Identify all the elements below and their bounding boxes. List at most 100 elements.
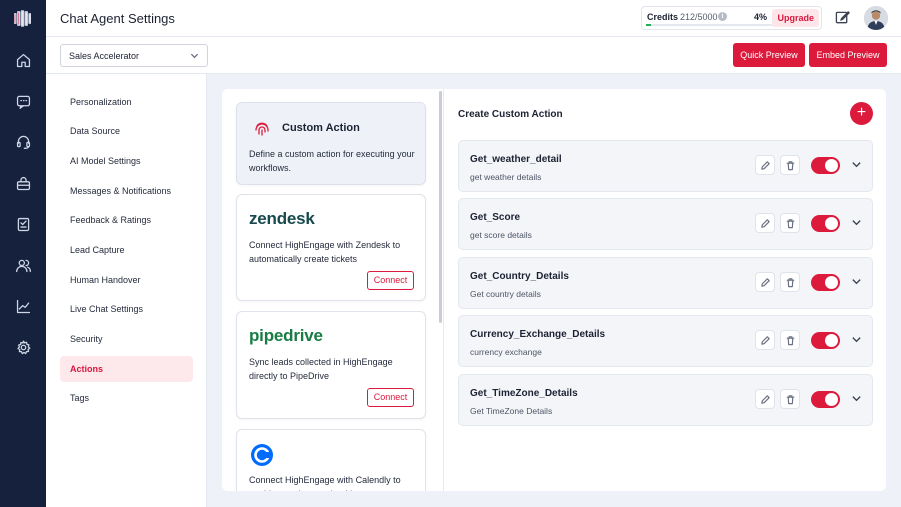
chevron-down-icon[interactable]	[851, 334, 863, 346]
pipedrive-logo: pipedrive	[249, 326, 323, 345]
action-enabled-toggle[interactable]	[811, 391, 840, 408]
pipedrive-card: pipedrive Sync leads collected in HighEn…	[236, 311, 426, 419]
action-enabled-toggle[interactable]	[811, 274, 840, 291]
action-description: Get TimeZone Details	[470, 406, 553, 416]
action-row: Get_TimeZone_Details Get TimeZone Detail…	[458, 374, 873, 426]
custom-action-card[interactable]: Custom Action Define a custom action for…	[236, 102, 426, 185]
action-name: Get_Score	[470, 212, 521, 223]
settings-icon[interactable]	[13, 337, 33, 357]
delete-action-icon[interactable]	[780, 155, 800, 175]
action-enabled-toggle[interactable]	[811, 215, 840, 232]
menu-item-messages-notifications[interactable]: Messages & Notifications	[60, 178, 193, 204]
action-description: currency exchange	[470, 347, 542, 357]
chevron-down-icon[interactable]	[851, 217, 863, 229]
zendesk-card: zendesk Connect HighEngage with Zendesk …	[236, 194, 426, 301]
custom-actions-panel: Create Custom Action + Get_weather_detai…	[444, 89, 886, 491]
embed-preview-button[interactable]: Embed Preview	[809, 43, 887, 67]
settings-menu: Personalization Data Source AI Model Set…	[46, 74, 207, 507]
delete-action-icon[interactable]	[780, 330, 800, 350]
menu-item-live-chat-settings[interactable]: Live Chat Settings	[60, 296, 193, 322]
menu-item-ai-model-settings[interactable]: AI Model Settings	[60, 148, 193, 174]
action-description: get weather details	[470, 172, 542, 182]
credits-label: Credits 212/5000	[647, 12, 718, 22]
agent-select-value: Sales Accelerator	[69, 51, 140, 61]
chevron-down-icon	[190, 51, 199, 60]
top-header: Chat Agent Settings Credits 212/5000 i 4%…	[46, 0, 901, 37]
integrations-list: Custom Action Define a custom action for…	[222, 89, 441, 491]
chevron-down-icon[interactable]	[851, 393, 863, 405]
chevron-down-icon[interactable]	[851, 159, 863, 171]
pipedrive-description: Sync leads collected in HighEngage direc…	[249, 357, 393, 381]
pipedrive-connect-button[interactable]: Connect	[367, 388, 414, 407]
action-row: Get_weather_detail get weather details	[458, 140, 873, 192]
users-icon[interactable]	[13, 255, 33, 275]
chat-icon[interactable]	[13, 91, 33, 111]
edit-action-icon[interactable]	[755, 155, 775, 175]
menu-item-tags[interactable]: Tags	[60, 385, 193, 411]
user-avatar[interactable]	[864, 6, 888, 30]
calendly-card: Connect HighEngage with Calendly to enab…	[236, 429, 426, 491]
menu-item-data-source[interactable]: Data Source	[60, 118, 193, 144]
bag-icon[interactable]	[13, 173, 33, 193]
add-action-button[interactable]: +	[850, 102, 873, 125]
edit-action-icon[interactable]	[755, 213, 775, 233]
delete-action-icon[interactable]	[780, 213, 800, 233]
menu-item-security[interactable]: Security	[60, 326, 193, 352]
custom-action-title: Custom Action	[282, 122, 360, 134]
home-icon[interactable]	[13, 50, 33, 70]
upgrade-button[interactable]: Upgrade	[772, 9, 819, 27]
toggle-knob	[825, 159, 838, 172]
action-name: Currency_Exchange_Details	[470, 329, 606, 340]
credits-label-text: Credits	[647, 12, 679, 22]
credits-percent: 4%	[754, 12, 768, 22]
actions-card: Custom Action Define a custom action for…	[222, 89, 886, 491]
action-enabled-toggle[interactable]	[811, 332, 840, 349]
toggle-knob	[825, 276, 838, 289]
create-custom-action-heading: Create Custom Action	[458, 109, 563, 120]
credits-progress-fill	[646, 24, 652, 26]
menu-item-actions[interactable]: Actions	[60, 356, 193, 382]
left-rail	[0, 0, 46, 507]
edit-action-icon[interactable]	[755, 389, 775, 409]
credits-value: 212/5000	[680, 12, 718, 22]
menu-item-human-handover[interactable]: Human Handover	[60, 267, 193, 293]
zendesk-connect-button[interactable]: Connect	[367, 271, 414, 290]
action-name: Get_TimeZone_Details	[470, 388, 578, 399]
action-description: get score details	[470, 230, 532, 240]
action-enabled-toggle[interactable]	[811, 157, 840, 174]
agent-select[interactable]: Sales Accelerator	[60, 44, 208, 67]
sub-header: Sales Accelerator Quick Preview Embed Pr…	[46, 37, 901, 74]
fingerprint-icon	[253, 120, 271, 138]
action-row: Get_Country_Details Get country details	[458, 257, 873, 309]
action-row: Currency_Exchange_Details currency excha…	[458, 315, 873, 367]
toggle-knob	[825, 393, 838, 406]
calendly-description: Connect HighEngage with Calendly to enab…	[249, 475, 401, 491]
zendesk-logo: zendesk	[249, 209, 315, 228]
action-name: Get_weather_detail	[470, 154, 562, 165]
quick-preview-button[interactable]: Quick Preview	[733, 43, 805, 67]
zendesk-description: Connect HighEngage with Zendesk to autom…	[249, 240, 401, 264]
scrollbar[interactable]	[439, 91, 442, 323]
calendly-logo-icon	[249, 442, 275, 468]
chevron-down-icon[interactable]	[851, 276, 863, 288]
delete-action-icon[interactable]	[780, 272, 800, 292]
brand-logo-icon[interactable]	[13, 10, 32, 27]
document-check-icon[interactable]	[13, 214, 33, 234]
menu-item-personalization[interactable]: Personalization	[60, 89, 193, 115]
credits-widget: Credits 212/5000 i 4% Upgrade	[641, 6, 822, 30]
credits-progress-bar	[646, 24, 773, 26]
edit-action-icon[interactable]	[755, 272, 775, 292]
action-row: Get_Score get score details	[458, 198, 873, 250]
menu-item-lead-capture[interactable]: Lead Capture	[60, 237, 193, 263]
page-title: Chat Agent Settings	[60, 11, 175, 26]
delete-action-icon[interactable]	[780, 389, 800, 409]
action-name: Get_Country_Details	[470, 271, 569, 282]
toggle-knob	[825, 334, 838, 347]
menu-item-feedback-ratings[interactable]: Feedback & Ratings	[60, 207, 193, 233]
chart-icon[interactable]	[13, 296, 33, 316]
info-icon[interactable]: i	[718, 12, 727, 21]
custom-action-description: Define a custom action for executing you…	[249, 149, 415, 173]
edit-icon[interactable]	[835, 10, 851, 26]
headset-icon[interactable]	[13, 131, 33, 151]
edit-action-icon[interactable]	[755, 330, 775, 350]
